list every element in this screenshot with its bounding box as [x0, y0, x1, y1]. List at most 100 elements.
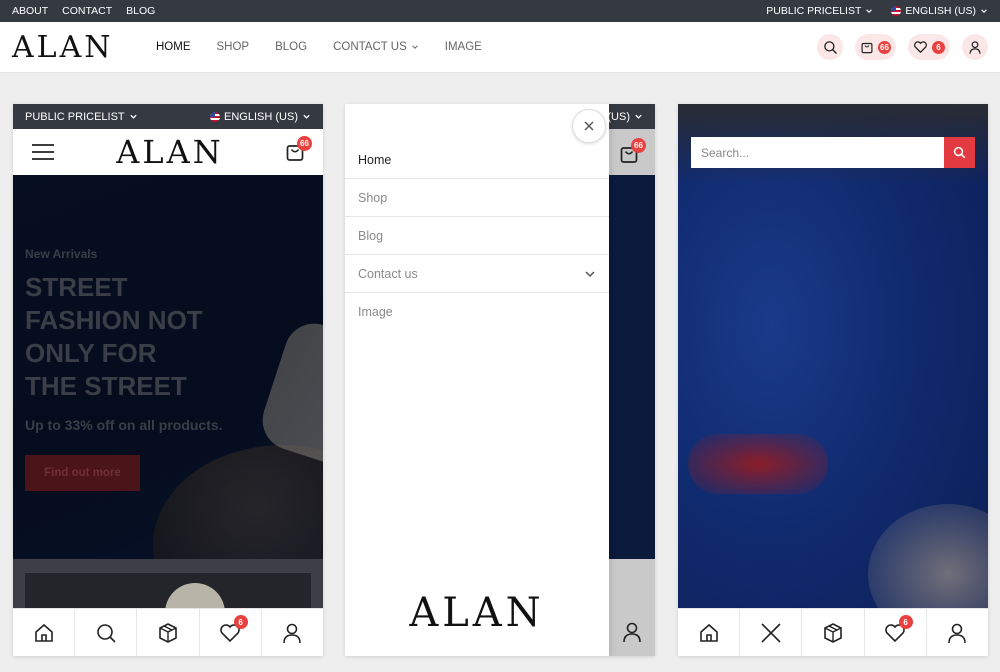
bottom-nav-home[interactable] — [13, 609, 76, 656]
search-icon — [96, 623, 116, 643]
nav-item-image[interactable]: IMAGE — [445, 41, 482, 53]
home-icon — [699, 623, 718, 642]
chevron-down-icon — [635, 114, 642, 119]
language-dropdown[interactable]: ENGLISH (US) — [891, 5, 988, 17]
hero-banner: New Arrivals STREET FASHION NOT ONLY FOR… — [13, 175, 323, 559]
mobile-cart-button[interactable]: 66 — [285, 136, 312, 162]
us-flag-icon — [891, 6, 902, 16]
chevron-down-icon — [981, 9, 987, 13]
mobile-language-dropdown[interactable]: ENGLISH (US) — [210, 111, 311, 123]
close-menu-button[interactable] — [572, 109, 606, 143]
chevron-down-icon — [866, 9, 873, 13]
home-icon — [34, 623, 53, 642]
pricelist-label: PUBLIC PRICELIST — [766, 5, 862, 17]
nav-item-blog[interactable]: BLOG — [275, 41, 307, 53]
box-icon — [159, 622, 177, 643]
language-label: ENGLISH (US) — [905, 5, 976, 17]
language-label: ENGLISH (US) — [224, 110, 298, 123]
nav-item-home[interactable]: HOME — [156, 41, 191, 53]
user-icon — [969, 40, 981, 54]
menu-item-image[interactable]: Image — [345, 293, 609, 331]
find-out-more-button[interactable]: Find out more — [25, 455, 140, 491]
desktop-header: ALAN HOME SHOP BLOG CONTACT US IMAGE 66 … — [0, 22, 1000, 73]
mobile-top-bar: PUBLIC PRICELIST ENGLISH (US) — [13, 104, 323, 129]
search-bar: Search... — [691, 137, 975, 168]
menu-item-label: Contact us — [358, 266, 418, 281]
bottom-nav-wishlist[interactable]: 6 — [200, 609, 262, 656]
menu-item-shop[interactable]: Shop — [345, 179, 609, 217]
chevron-down-icon — [303, 114, 310, 119]
pricelist-label: PUBLIC PRICELIST — [25, 110, 125, 123]
wishlist-count-badge: 6 — [932, 40, 945, 54]
search-icon — [953, 146, 966, 159]
user-icon — [283, 623, 302, 643]
menu-item-contact-us[interactable]: Contact us — [345, 255, 609, 293]
menu-item-blog[interactable]: Blog — [345, 217, 609, 255]
close-icon — [584, 121, 594, 131]
mobile-home-screen: PUBLIC PRICELIST ENGLISH (US) ALAN 66 Ne… — [13, 104, 323, 656]
close-icon — [761, 622, 781, 643]
wishlist-count-badge: 6 — [233, 615, 248, 629]
bottom-nav-home[interactable] — [678, 609, 741, 656]
top-link-contact[interactable]: CONTACT — [62, 5, 112, 17]
menu-item-label: Home — [358, 152, 392, 167]
mobile-bottom-nav: 6 — [678, 608, 988, 656]
mobile-menu-screen: ENGLISH (US) 66 Home Shop Blog Contact u… — [345, 104, 655, 656]
menu-item-label: Blog — [358, 228, 384, 243]
nav-item-shop[interactable]: SHOP — [217, 41, 250, 53]
mobile-cart-button[interactable]: 66 — [619, 138, 646, 164]
nav-item-contact-us[interactable]: CONTACT US — [333, 41, 419, 53]
blurred-background — [678, 104, 988, 656]
heart-icon — [914, 41, 927, 54]
wishlist-button[interactable]: 6 — [908, 34, 950, 60]
cart-count-badge: 66 — [297, 136, 312, 151]
nav-item-label: CONTACT US — [333, 41, 407, 53]
search-button[interactable] — [817, 34, 843, 60]
mobile-bottom-nav — [609, 608, 655, 656]
chevron-down-icon — [129, 114, 137, 119]
hero-title: STREET FASHION NOT ONLY FOR THE STREET — [25, 272, 203, 401]
pricelist-dropdown[interactable]: PUBLIC PRICELIST — [766, 5, 873, 17]
mobile-header: ALAN 66 — [13, 129, 323, 175]
cart-count-badge: 66 — [878, 40, 891, 54]
mobile-logo[interactable]: ALAN — [116, 133, 223, 171]
hamburger-menu-icon[interactable] — [31, 143, 55, 161]
mobile-search-screen: Search... 6 — [678, 104, 988, 656]
wishlist-count-badge: 6 — [898, 615, 913, 629]
bottom-nav-close-search[interactable] — [740, 609, 803, 656]
cart-button[interactable]: 66 — [855, 34, 896, 60]
search-submit-button[interactable] — [944, 137, 975, 168]
account-button[interactable] — [962, 34, 988, 60]
bottom-nav-account[interactable] — [609, 608, 655, 656]
mobile-pricelist-dropdown[interactable]: PUBLIC PRICELIST — [25, 111, 138, 123]
desktop-top-bar: ABOUT CONTACT BLOG PUBLIC PRICELIST ENGL… — [0, 0, 1000, 22]
mobile-bottom-nav: 6 — [13, 608, 323, 656]
bottom-nav-products[interactable] — [137, 609, 200, 656]
user-icon — [623, 622, 641, 643]
drawer-logo: ALAN — [409, 590, 545, 636]
menu-item-label: Image — [358, 305, 393, 319]
hero-subtitle: Up to 33% off on all products. — [25, 417, 223, 433]
chevron-down-icon[interactable] — [584, 268, 596, 280]
top-link-about[interactable]: ABOUT — [12, 5, 48, 17]
user-icon — [948, 623, 967, 643]
search-input[interactable]: Search... — [691, 137, 944, 168]
bottom-nav-search[interactable] — [75, 609, 138, 656]
bottom-nav-account[interactable] — [262, 609, 323, 656]
site-logo[interactable]: ALAN — [12, 30, 152, 65]
chevron-down-icon — [411, 45, 418, 49]
top-links: ABOUT CONTACT BLOG — [12, 5, 155, 17]
menu-item-label: Shop — [358, 190, 388, 205]
menu-item-home[interactable]: Home — [345, 141, 609, 179]
hero-kicker: New Arrivals — [25, 247, 98, 261]
top-link-blog[interactable]: BLOG — [126, 5, 155, 17]
bottom-nav-products[interactable] — [802, 609, 865, 656]
bottom-nav-wishlist[interactable]: 6 — [865, 609, 927, 656]
drawer-menu-list: Home Shop Blog Contact us Image — [345, 141, 609, 331]
product-teaser — [13, 559, 323, 623]
bottom-nav-account[interactable] — [927, 609, 988, 656]
shopping-bag-icon — [861, 42, 873, 54]
cart-count-badge: 66 — [631, 138, 646, 153]
us-flag-icon — [210, 111, 221, 122]
main-nav: HOME SHOP BLOG CONTACT US IMAGE — [156, 41, 482, 53]
